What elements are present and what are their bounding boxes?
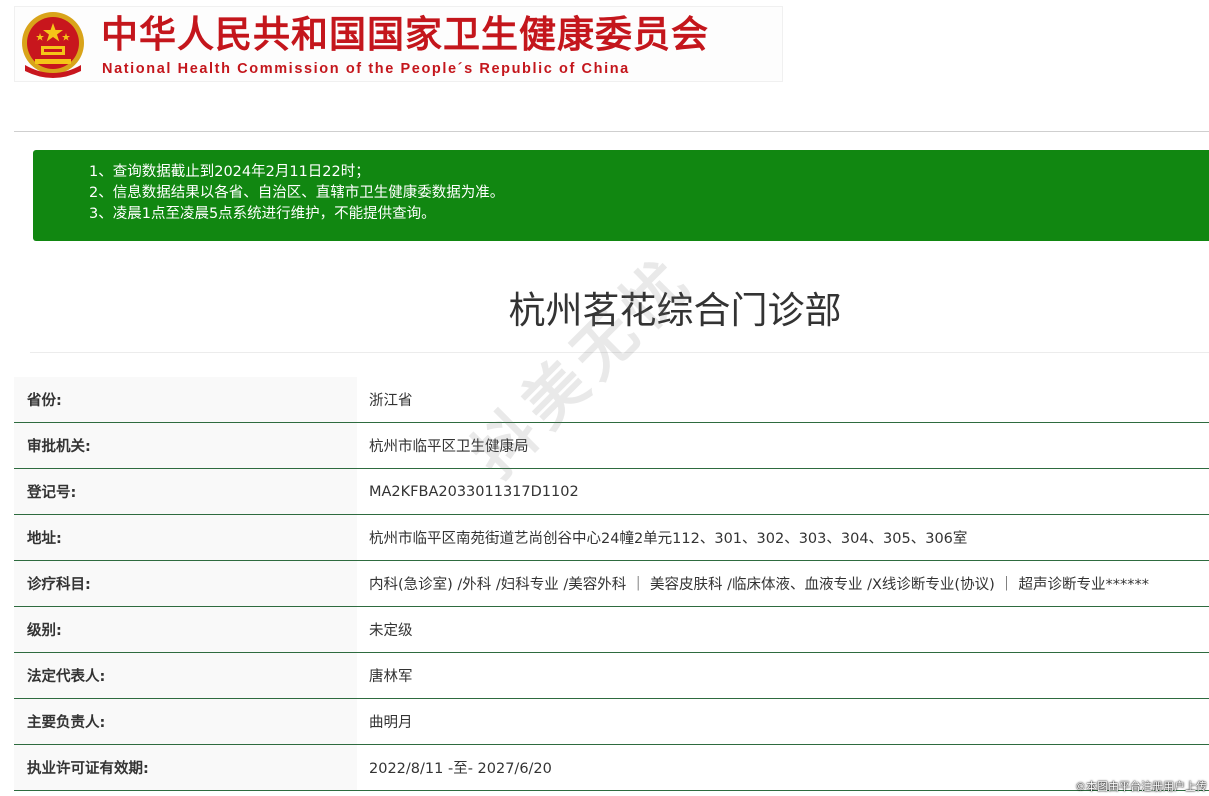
table-row: 法定代表人: 唐林军 xyxy=(14,652,1209,699)
clinic-info-table: 省份: 浙江省 审批机关: 杭州市临平区卫生健康局 登记号: MA2KFBA20… xyxy=(14,377,1209,791)
table-row: 登记号: MA2KFBA2033011317D1102 xyxy=(14,468,1209,515)
header-title-en: National Health Commission of the People… xyxy=(102,61,630,77)
row-label: 地址: xyxy=(14,514,357,561)
notice-line: 3、凌晨1点至凌晨5点系统进行维护，不能提供查询。 xyxy=(89,206,436,222)
table-row: 级别: 未定级 xyxy=(14,606,1209,653)
row-value: 唐林军 xyxy=(357,652,1209,699)
table-row: 主要负责人: 曲明月 xyxy=(14,698,1209,745)
row-label: 主要负责人: xyxy=(14,698,357,745)
row-value: 杭州市临平区南苑街道艺尚创谷中心24幢2单元112、301、302、303、30… xyxy=(357,514,1209,561)
table-row: 诊疗科目: 内科(急诊室) /外科 /妇科专业 /美容外科 ｜ 美容皮肤科 /临… xyxy=(14,560,1209,607)
clinic-name: 杭州茗花综合门诊部 xyxy=(508,289,842,332)
header-title-cn: 中华人民共和国国家卫生健康委员会 xyxy=(101,13,709,56)
row-value: MA2KFBA2033011317D1102 xyxy=(357,468,1209,515)
row-value: 曲明月 xyxy=(357,698,1209,745)
row-value: 浙江省 xyxy=(357,377,1209,423)
table-row: 执业许可证有效期: 2022/8/11 -至- 2027/6/20 xyxy=(14,744,1209,791)
notice-line: 1、查询数据截止到2024年2月11日22时； xyxy=(89,164,370,180)
site-header: 中华人民共和国国家卫生健康委员会 National Health Commiss… xyxy=(14,6,783,82)
header-divider xyxy=(14,131,1209,132)
row-value: 杭州市临平区卫生健康局 xyxy=(357,422,1209,469)
row-label: 法定代表人: xyxy=(14,652,357,699)
title-divider xyxy=(30,352,1209,353)
notice-banner: 1、查询数据截止到2024年2月11日22时； 2、信息数据结果以各省、自治区、… xyxy=(33,150,1209,241)
table-row: 审批机关: 杭州市临平区卫生健康局 xyxy=(14,422,1209,469)
row-label: 诊疗科目: xyxy=(14,560,357,607)
row-label: 级别: xyxy=(14,606,357,653)
notice-line: 2、信息数据结果以各省、自治区、直辖市卫生健康委数据为准。 xyxy=(89,185,505,201)
row-value: 未定级 xyxy=(357,606,1209,653)
row-label: 登记号: xyxy=(14,468,357,515)
table-row: 地址: 杭州市临平区南苑街道艺尚创谷中心24幢2单元112、301、302、30… xyxy=(14,514,1209,561)
table-row: 省份: 浙江省 xyxy=(14,377,1209,423)
national-emblem-icon xyxy=(22,12,84,78)
row-label: 审批机关: xyxy=(14,422,357,469)
row-label: 执业许可证有效期: xyxy=(14,744,357,791)
upload-credit: ©本图由平台注册用户上传 xyxy=(1075,780,1207,793)
row-label: 省份: xyxy=(14,377,357,423)
row-value: 内科(急诊室) /外科 /妇科专业 /美容外科 ｜ 美容皮肤科 /临床体液、血液… xyxy=(357,560,1209,607)
